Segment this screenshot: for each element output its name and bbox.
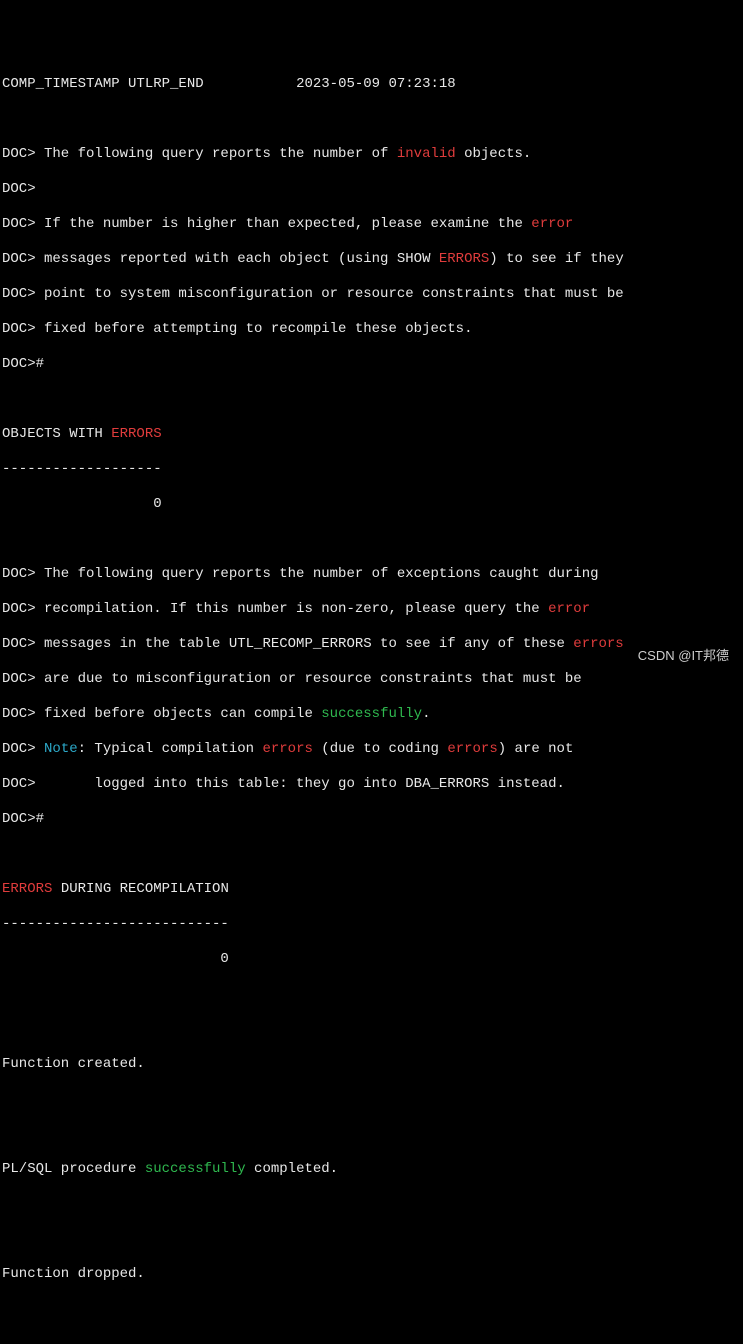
blank	[2, 1021, 741, 1039]
keyword-invalid: invalid	[397, 146, 456, 162]
function-dropped-msg: Function dropped.	[2, 1266, 741, 1284]
keyword-error: error	[548, 601, 590, 617]
section-title: OBJECTS WITH ERRORS	[2, 426, 741, 444]
keyword-errors: errors	[573, 636, 623, 652]
doc-line: DOC> fixed before attempting to recompil…	[2, 321, 741, 339]
keyword-note: Note	[44, 741, 78, 757]
blank	[2, 1336, 741, 1344]
doc-line: DOC>	[2, 181, 741, 199]
blank	[2, 1301, 741, 1319]
keyword-successfully: successfully	[321, 706, 422, 722]
doc-line: DOC> The following query reports the num…	[2, 146, 741, 164]
blank	[2, 531, 741, 549]
blank	[2, 1231, 741, 1249]
doc-line: DOC> are due to misconfiguration or reso…	[2, 671, 741, 689]
section-dashes: ---------------------------	[2, 916, 741, 934]
blank	[2, 1091, 741, 1109]
doc-line: DOC> logged into this table: they go int…	[2, 776, 741, 794]
blank	[2, 1196, 741, 1214]
section-dashes: -------------------	[2, 461, 741, 479]
doc-line: DOC> point to system misconfiguration or…	[2, 286, 741, 304]
plsql-complete-msg: PL/SQL procedure successfully completed.	[2, 1161, 741, 1179]
doc-line: DOC> The following query reports the num…	[2, 566, 741, 584]
timestamp-value: 2023-05-09 07:23:18	[296, 76, 456, 92]
keyword-errors: errors	[262, 741, 312, 757]
watermark: CSDN @IT邦德	[638, 648, 729, 664]
keyword-errors: ERRORS	[111, 426, 161, 442]
header-line: COMP_TIMESTAMP UTLRP_END 2023-05-09 07:2…	[2, 76, 741, 94]
doc-line: DOC>#	[2, 811, 741, 829]
blank	[2, 111, 741, 129]
comp-timestamp-label: COMP_TIMESTAMP UTLRP_END	[2, 76, 204, 92]
doc-line: DOC> If the number is higher than expect…	[2, 216, 741, 234]
objects-with-errors-value: 0	[2, 496, 741, 514]
keyword-successfully: successfully	[145, 1161, 246, 1177]
section-title: ERRORS DURING RECOMPILATION	[2, 881, 741, 899]
doc-line: DOC> fixed before objects can compile su…	[2, 706, 741, 724]
keyword-errors: errors	[447, 741, 497, 757]
keyword-error: error	[531, 216, 573, 232]
errors-during-recompilation-value: 0	[2, 951, 741, 969]
doc-line: DOC> Note: Typical compilation errors (d…	[2, 741, 741, 759]
blank	[2, 986, 741, 1004]
blank	[2, 846, 741, 864]
blank	[2, 391, 741, 409]
keyword-errors: ERRORS	[439, 251, 489, 267]
doc-line: DOC>#	[2, 356, 741, 374]
doc-line: DOC> messages reported with each object …	[2, 251, 741, 269]
function-created-msg: Function created.	[2, 1056, 741, 1074]
doc-line: DOC> messages in the table UTL_RECOMP_ER…	[2, 636, 741, 654]
doc-line: DOC> recompilation. If this number is no…	[2, 601, 741, 619]
keyword-errors: ERRORS	[2, 881, 52, 897]
blank	[2, 1126, 741, 1144]
